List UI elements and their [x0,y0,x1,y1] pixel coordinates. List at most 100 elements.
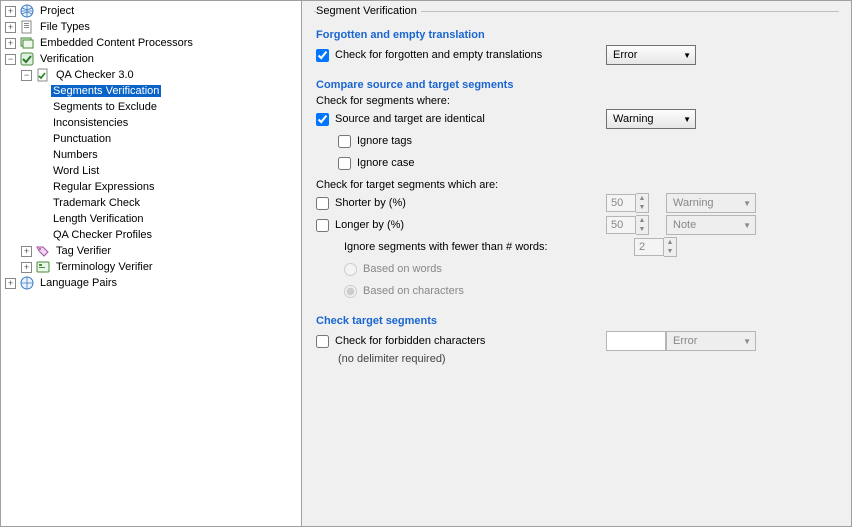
tree-label: Language Pairs [38,277,119,289]
based-on-chars-label: Based on characters [363,285,464,297]
globe-icon [19,275,35,291]
shorter-label: Shorter by (%) [335,197,406,209]
globe-icon [19,3,35,19]
spacer-icon [37,198,48,209]
spin-up-icon[interactable]: ▲ [664,238,676,247]
identical-severity-dropdown[interactable]: Warning ▼ [606,109,696,129]
tree-label: Regular Expressions [51,181,157,193]
expand-icon[interactable]: + [5,38,16,49]
shorter-percent-spinner[interactable]: ▲▼ [606,193,649,213]
tree-node-term-verifier[interactable]: + Terminology Verifier [19,259,301,275]
fewer-words-input[interactable] [634,238,664,256]
chevron-down-icon: ▼ [683,115,691,124]
spin-down-icon[interactable]: ▼ [664,247,676,256]
tree-label: Tag Verifier [54,245,113,257]
forgotten-severity-dropdown[interactable]: Error ▼ [606,45,696,65]
spacer-icon [37,214,48,225]
tree-node-regex[interactable]: Regular Expressions [35,179,301,195]
tree-node-ecp[interactable]: + Embedded Content Processors [3,35,301,51]
tree-node-qa-checker[interactable]: − QA Checker 3.0 [19,67,301,83]
based-on-chars-radio[interactable] [344,285,357,298]
ignore-case-checkbox[interactable] [338,157,351,170]
tree-node-project[interactable]: + Project [3,3,301,19]
longer-label: Longer by (%) [335,219,404,231]
identical-label: Source and target are identical [335,113,485,125]
tree-label: Terminology Verifier [54,261,155,273]
tree-label: QA Checker 3.0 [54,69,136,81]
chevron-down-icon: ▼ [743,337,751,346]
expand-icon[interactable]: + [5,278,16,289]
tree-label: Segments to Exclude [51,101,159,113]
stack-icon [19,35,35,51]
tree-node-length-verification[interactable]: Length Verification [35,211,301,227]
ignore-tags-label: Ignore tags [357,135,412,147]
tree-label: Embedded Content Processors [38,37,195,49]
tree-label: File Types [38,21,92,33]
ignore-fewer-label: Ignore segments with fewer than # words: [344,241,548,253]
chevron-down-icon: ▼ [743,199,751,208]
identical-checkbox[interactable] [316,113,329,126]
forbidden-severity-dropdown[interactable]: Error ▼ [666,331,756,351]
tree-node-seg-verification[interactable]: Segments Verification [35,83,301,99]
term-icon [35,259,51,275]
tree-node-wordlist[interactable]: Word List [35,163,301,179]
based-on-words-label: Based on words [363,263,442,275]
ignore-tags-checkbox[interactable] [338,135,351,148]
segment-verification-group: Segment Verification Forgotten and empty… [314,5,839,365]
tree-label: Word List [51,165,101,177]
spacer-icon [37,118,48,129]
tree-node-numbers[interactable]: Numbers [35,147,301,163]
longer-percent-spinner[interactable]: ▲▼ [606,215,649,235]
based-on-words-radio[interactable] [344,263,357,276]
tree-label: Trademark Check [51,197,142,209]
tree-node-file-types[interactable]: + File Types [3,19,301,35]
tree-label: Segments Verification [51,85,161,97]
tree-node-punctuation[interactable]: Punctuation [35,131,301,147]
fewer-words-spinner[interactable]: ▲▼ [634,237,677,257]
expand-icon[interactable]: + [5,22,16,33]
tree-node-language-pairs[interactable]: + Language Pairs [3,275,301,291]
expand-icon[interactable]: + [21,262,32,273]
check-target-which-label: Check for target segments which are: [316,179,837,191]
spin-up-icon[interactable]: ▲ [636,194,648,203]
shorter-checkbox[interactable] [316,197,329,210]
tree-label: Project [38,5,76,17]
spin-down-icon[interactable]: ▼ [636,203,648,212]
expand-icon[interactable]: + [5,6,16,17]
tree-node-seg-exclude[interactable]: Segments to Exclude [35,99,301,115]
page-icon [19,19,35,35]
spacer-icon [37,230,48,241]
check-doc-icon [35,67,51,83]
tree-node-verification[interactable]: − Verification [3,51,301,67]
spacer-icon [37,86,48,97]
expand-icon[interactable]: + [21,246,32,257]
tree-node-tag-verifier[interactable]: + Tag Verifier [19,243,301,259]
tree-node-trademark[interactable]: Trademark Check [35,195,301,211]
dropdown-value: Warning [673,197,714,209]
forbidden-chars-label: Check for forbidden characters [335,335,485,347]
collapse-icon[interactable]: − [5,54,16,65]
longer-checkbox[interactable] [316,219,329,232]
tree-label: Numbers [51,149,100,161]
tag-icon [35,243,51,259]
forbidden-chars-input[interactable] [606,331,666,351]
longer-severity-dropdown[interactable]: Note ▼ [666,215,756,235]
tree-node-qa-profiles[interactable]: QA Checker Profiles [35,227,301,243]
dropdown-value: Note [673,219,696,231]
group-legend: Segment Verification [316,5,421,17]
dropdown-value: Error [673,335,697,347]
shorter-severity-dropdown[interactable]: Warning ▼ [666,193,756,213]
longer-percent-input[interactable] [606,216,636,234]
tree-view[interactable]: + Project + File Types + [0,0,302,527]
shorter-percent-input[interactable] [606,194,636,212]
collapse-icon[interactable]: − [21,70,32,81]
check-forgotten-checkbox[interactable] [316,49,329,62]
tree-node-inconsistencies[interactable]: Inconsistencies [35,115,301,131]
spacer-icon [37,166,48,177]
section-compare: Compare source and target segments [316,79,837,91]
forbidden-chars-checkbox[interactable] [316,335,329,348]
no-delimiter-label: (no delimiter required) [338,353,837,365]
spin-up-icon[interactable]: ▲ [636,216,648,225]
spacer-icon [37,102,48,113]
spin-down-icon[interactable]: ▼ [636,225,648,234]
